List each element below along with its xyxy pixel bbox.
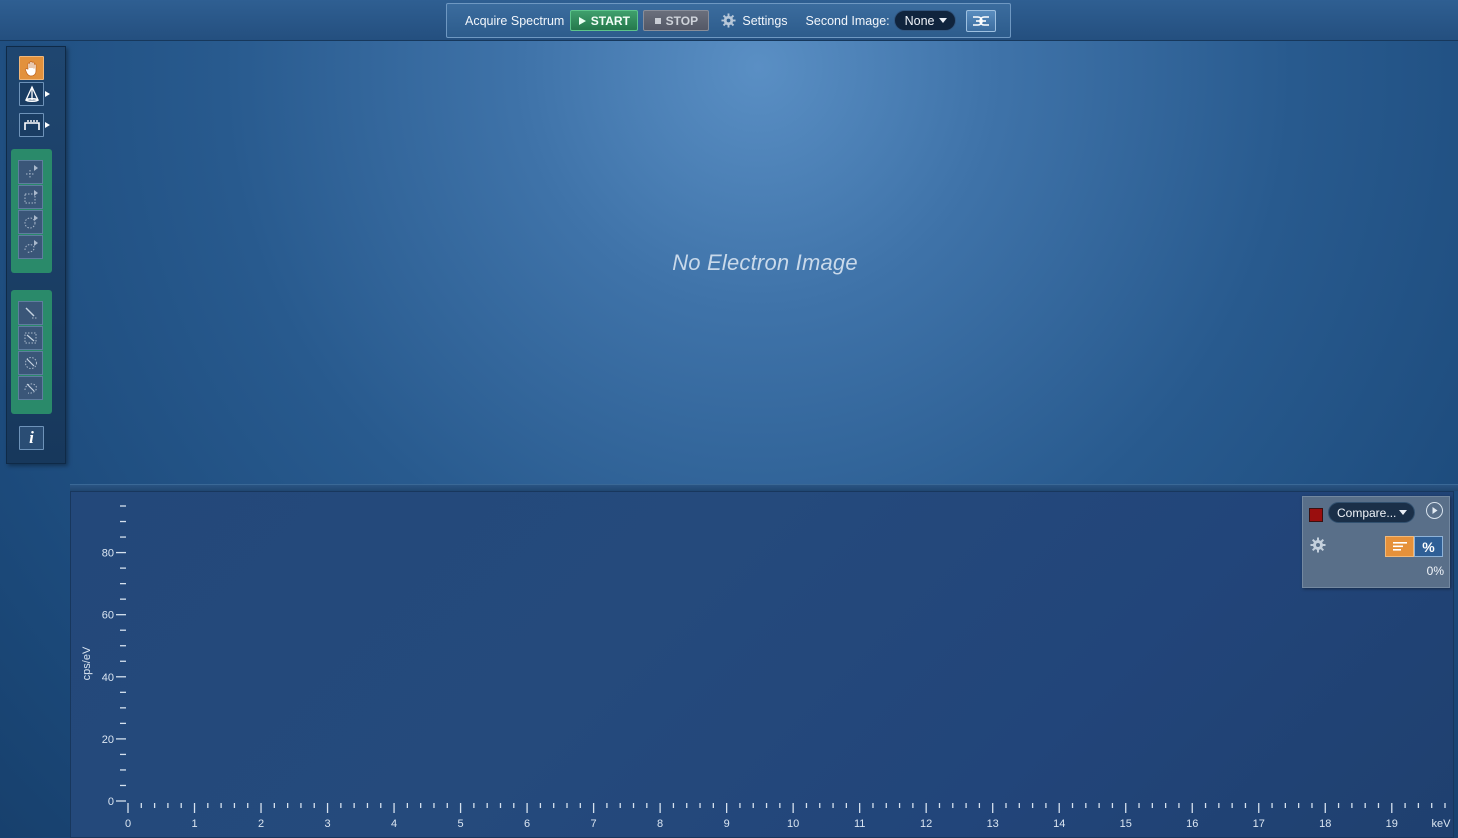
compare-images-button[interactable]	[965, 9, 996, 32]
spectrum-plot: 020406080cps/eV0 1 2 3 4 5 6 7 8 9 10 11 12 13 14 15 16 1…	[81, 505, 1452, 830]
pane-splitter[interactable]	[70, 484, 1458, 491]
x-tick-label: 13	[987, 818, 999, 830]
chevron-down-icon	[938, 18, 947, 23]
image-placeholder-text: No Electron Image	[672, 250, 858, 275]
y-tick-label: 20	[102, 734, 114, 746]
x-tick-label: 0	[125, 818, 131, 830]
x-tick-label: 2	[258, 818, 264, 830]
acquire-spectrum-label: Acquire Spectrum	[465, 13, 565, 28]
second-image-value: None	[904, 13, 935, 28]
line-pointer-icon	[25, 307, 37, 319]
line-region-button[interactable]	[18, 301, 43, 325]
map-ellipse-icon	[24, 357, 37, 369]
split-compare-icon	[972, 15, 989, 26]
x-tick-label: 6	[524, 818, 530, 830]
percent-value: 0%	[1426, 564, 1444, 578]
stop-button-label: STOP	[665, 13, 699, 28]
settings-label: Settings	[742, 13, 788, 28]
stop-button[interactable]: STOP	[643, 10, 710, 31]
rectangle-select-icon	[24, 190, 38, 204]
x-tick-label: 18	[1319, 818, 1331, 830]
hand-icon	[24, 60, 36, 76]
map-ellipse-button[interactable]	[18, 351, 43, 375]
measure-tool-button[interactable]	[19, 113, 50, 137]
x-tick-label: 14	[1053, 818, 1065, 830]
x-tick-label: 1	[191, 818, 197, 830]
gear-icon	[721, 13, 736, 28]
map-freehand-icon	[24, 383, 37, 394]
flyout-arrow-icon	[45, 122, 50, 128]
map-rectangle-icon	[24, 332, 36, 344]
x-tick-label: 15	[1120, 818, 1132, 830]
second-image-dropdown[interactable]: None	[893, 10, 956, 31]
rectangle-region-button[interactable]	[18, 185, 43, 209]
peak-labels-button[interactable]	[1385, 536, 1414, 557]
x-tick-label: 17	[1253, 818, 1265, 830]
x-tick-label: 3	[324, 818, 330, 830]
play-button[interactable]	[1426, 502, 1443, 519]
compare-dropdown[interactable]: Compare...	[1328, 502, 1415, 523]
x-tick-label: 12	[920, 818, 932, 830]
ruler-icon	[23, 120, 40, 130]
ellipse-select-icon	[24, 215, 38, 229]
point-region-button[interactable]	[18, 160, 43, 184]
beam-cone-icon	[24, 85, 39, 102]
compare-dropdown-value: Compare...	[1337, 505, 1397, 520]
x-tick-label: 16	[1186, 818, 1198, 830]
y-tick-label: 60	[102, 610, 114, 622]
point-crosshair-icon	[25, 165, 38, 178]
pan-tool-button[interactable]	[19, 56, 44, 80]
x-tick-label: 11	[854, 818, 865, 830]
percent-mode-button[interactable]: %	[1414, 536, 1443, 557]
acquire-spectrum-panel: Acquire Spectrum START STOP Settings Sec…	[446, 3, 1011, 38]
y-tick-label: 0	[108, 796, 114, 808]
legend-settings-button[interactable]	[1310, 537, 1326, 558]
top-toolbar: Acquire Spectrum START STOP Settings Sec…	[0, 0, 1458, 41]
play-circle-icon	[1432, 507, 1438, 514]
flyout-arrow-icon	[45, 91, 50, 97]
x-tick-label: 5	[458, 818, 464, 830]
x-axis-unit-label: keV	[1432, 818, 1452, 830]
x-tick-label: 9	[724, 818, 730, 830]
play-icon	[578, 16, 586, 25]
calibrate-tool-button[interactable]	[19, 82, 50, 106]
spectrum-legend-panel: Compare... % 0%	[1302, 496, 1450, 588]
gear-icon	[1310, 537, 1326, 553]
x-tick-label: 8	[657, 818, 663, 830]
y-tick-label: 80	[102, 548, 114, 560]
x-tick-label: 7	[591, 818, 597, 830]
spectrum-chart: 0 20 40 60 80 cps/eV 0 1 2 3 4 5 6 7 8 9 10 11 12 13 14 15 16 1…	[70, 491, 1454, 838]
stop-icon	[654, 17, 661, 24]
map-freehand-button[interactable]	[18, 376, 43, 400]
app-window: Acquire Spectrum START STOP Settings Sec…	[0, 0, 1458, 838]
x-tick-label: 10	[787, 818, 799, 830]
y-axis-label: cps/eV	[81, 646, 93, 680]
info-icon: i	[29, 428, 34, 447]
settings-button[interactable]: Settings	[721, 13, 788, 28]
linescan-region-tools	[11, 290, 52, 414]
x-tick-label: 4	[391, 818, 397, 830]
info-button[interactable]: i	[19, 426, 44, 450]
x-tick-label: 19	[1386, 818, 1398, 830]
chevron-down-icon	[1399, 510, 1407, 515]
series-color-swatch[interactable]	[1309, 508, 1323, 522]
y-tick-label: 40	[102, 672, 114, 684]
second-image-label: Second Image:	[805, 13, 890, 28]
text-lines-icon	[1392, 541, 1407, 551]
map-rectangle-button[interactable]	[18, 326, 43, 350]
ellipse-region-button[interactable]	[18, 210, 43, 234]
start-button-label: START	[590, 13, 630, 28]
start-button[interactable]: START	[570, 10, 639, 31]
